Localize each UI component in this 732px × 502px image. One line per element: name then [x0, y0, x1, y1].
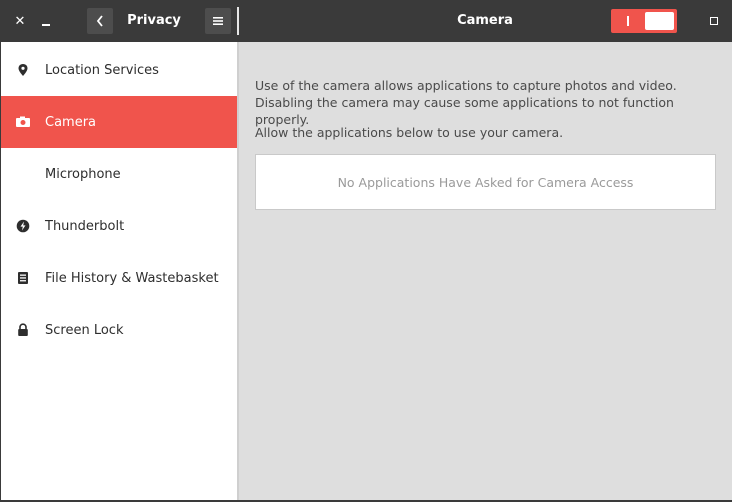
chevron-left-icon — [96, 15, 103, 27]
sidebar-item-label: Camera — [45, 114, 97, 130]
camera-description: Use of the camera allows applications to… — [255, 78, 677, 127]
sidebar-item-thunderbolt[interactable]: Thunderbolt — [1, 200, 237, 252]
sidebar-item-camera[interactable]: Camera — [1, 96, 237, 148]
toggle-on-mark-icon — [627, 16, 629, 26]
sidebar-item-label: Screen Lock — [45, 322, 124, 338]
sidebar-item-screen-lock[interactable]: Screen Lock — [1, 304, 237, 356]
allow-apps-label: Allow the applications below to use your… — [255, 125, 564, 140]
camera-icon — [1, 96, 45, 148]
back-button[interactable] — [87, 8, 113, 34]
sidebar-item-file-history[interactable]: File History & Wastebasket — [1, 252, 237, 304]
menu-button[interactable] — [205, 8, 231, 34]
close-icon: ✕ — [14, 13, 26, 29]
sidebar-item-label: Microphone — [45, 166, 121, 182]
page-title: Camera — [457, 13, 513, 28]
minimize-icon — [42, 24, 50, 26]
title-bar: ✕ Privacy Camera — [0, 0, 732, 42]
camera-app-list: No Applications Have Asked for Camera Ac… — [255, 154, 716, 210]
sidebar-item-label: Thunderbolt — [45, 218, 125, 234]
thunderbolt-icon — [1, 200, 45, 252]
sidebar-item-location-services[interactable]: Location Services — [1, 44, 237, 96]
empty-list-message: No Applications Have Asked for Camera Ac… — [337, 174, 634, 190]
maximize-window-button[interactable] — [701, 8, 727, 34]
sidebar-title: Privacy — [127, 13, 181, 28]
sidebar: Location Services Camera Microphone Thun… — [0, 42, 237, 502]
sidebar-item-label: Location Services — [45, 62, 159, 78]
minimize-window-button[interactable] — [33, 8, 59, 34]
close-window-button[interactable]: ✕ — [7, 8, 33, 34]
camera-toggle-switch[interactable] — [611, 9, 677, 33]
camera-settings-panel: Use of the camera allows applications to… — [239, 42, 732, 502]
sidebar-item-label: File History & Wastebasket — [45, 270, 219, 286]
sidebar-item-microphone[interactable]: Microphone — [1, 148, 237, 200]
file-history-icon — [1, 252, 45, 304]
hamburger-menu-icon — [213, 17, 223, 25]
location-pin-icon — [1, 44, 45, 96]
toggle-knob — [645, 12, 674, 30]
maximize-icon — [710, 17, 718, 25]
lock-icon — [1, 304, 45, 356]
titlebar-separator — [237, 7, 239, 35]
